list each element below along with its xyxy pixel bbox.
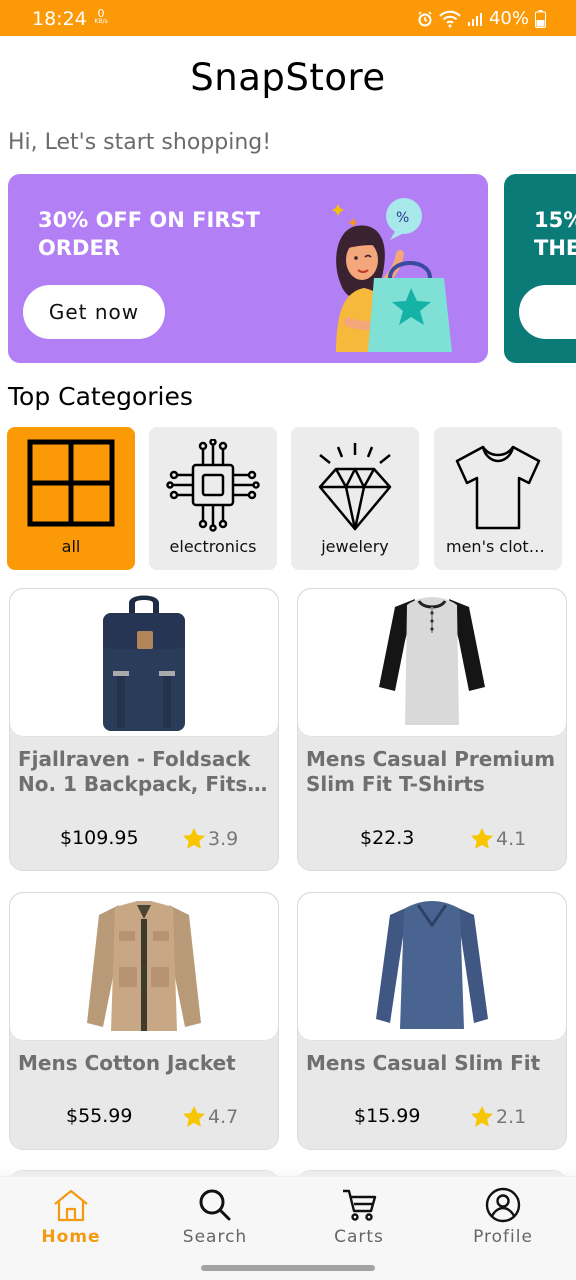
status-bar: 18:24 0 KB/s 40% xyxy=(0,0,576,36)
product-card-raglan-tshirt[interactable]: Mens Casual Premium Slim Fit T-Shirts $2… xyxy=(297,588,567,871)
product-name: Mens Casual Slim Fit xyxy=(306,1051,558,1076)
status-time: 18:24 xyxy=(32,8,87,30)
nav-carts[interactable]: Carts xyxy=(304,1187,414,1247)
promo-line-1: 30% OFF ON FIRST xyxy=(38,208,260,232)
nav-label: Search xyxy=(182,1227,248,1247)
product-name-line-1: Fjallraven - Foldsack xyxy=(18,747,251,771)
profile-icon xyxy=(448,1187,558,1223)
nav-label: Profile xyxy=(473,1227,533,1247)
home-icon xyxy=(16,1187,126,1223)
signal-icon xyxy=(467,11,483,27)
product-name-line-1: Mens Casual Premium xyxy=(306,747,556,771)
product-card-longsleeve[interactable]: Mens Casual Slim Fit $15.99 2.1 xyxy=(297,892,567,1150)
raglan-tshirt-image xyxy=(298,589,566,737)
product-name: Fjallraven - Foldsack No. 1 Backpack, Fi… xyxy=(18,747,270,797)
product-name-line-2: Slim Fit T-Shirts xyxy=(306,772,485,796)
nav-label: Home xyxy=(41,1227,101,1247)
chip-icon xyxy=(149,439,277,533)
network-speed: 0 KB/s xyxy=(90,7,112,26)
promo2-line-2: THE xyxy=(534,236,576,260)
grid-icon xyxy=(7,439,135,529)
product-rating: 2.1 xyxy=(470,1105,526,1129)
battery-icon xyxy=(535,9,546,28)
home-indicator[interactable] xyxy=(201,1265,375,1271)
status-icons: 40% xyxy=(417,8,546,29)
star-icon xyxy=(183,828,205,849)
category-label: men's clothing xyxy=(446,537,562,556)
rating-value: 3.9 xyxy=(208,828,239,850)
category-label: all xyxy=(61,537,81,556)
product-name-line-1: Mens Cotton Jacket xyxy=(18,1051,236,1075)
star-icon xyxy=(183,1106,205,1127)
promo2-button[interactable]: Ge xyxy=(519,285,576,339)
rating-value: 4.1 xyxy=(496,828,527,850)
diamond-icon xyxy=(291,439,419,533)
product-price: $22.3 xyxy=(360,827,415,849)
shopping-woman-illustration: % xyxy=(318,192,468,356)
top-categories-heading: Top Categories xyxy=(8,382,193,411)
category-jewelery[interactable]: jewelery xyxy=(291,427,419,570)
wifi-icon xyxy=(439,10,461,28)
promo-banner-first-order[interactable]: 30% OFF ON FIRST ORDER Get now % xyxy=(8,174,488,363)
search-icon xyxy=(160,1187,270,1223)
category-electronics[interactable]: electronics xyxy=(149,427,277,570)
backpack-image xyxy=(10,589,278,737)
product-price: $15.99 xyxy=(354,1105,421,1127)
promo-text-2: 15% THE xyxy=(534,206,576,262)
rating-value: 4.7 xyxy=(208,1106,239,1128)
product-name: Mens Cotton Jacket xyxy=(18,1051,270,1076)
cart-icon xyxy=(304,1187,414,1223)
star-icon xyxy=(471,828,493,849)
network-speed-unit: KB/s xyxy=(94,18,108,25)
rating-value: 2.1 xyxy=(496,1106,527,1128)
product-price: $55.99 xyxy=(66,1105,133,1127)
promo-text: 30% OFF ON FIRST ORDER xyxy=(38,206,298,262)
category-all[interactable]: all xyxy=(7,427,135,570)
nav-home[interactable]: Home xyxy=(16,1187,126,1247)
network-speed-value: 0 xyxy=(97,7,105,20)
product-card-backpack[interactable]: Fjallraven - Foldsack No. 1 Backpack, Fi… xyxy=(9,588,279,871)
star-icon xyxy=(471,1106,493,1127)
product-rating: 4.7 xyxy=(182,1105,238,1129)
battery-percentage: 40% xyxy=(488,8,529,29)
product-rating: 3.9 xyxy=(182,827,238,851)
nav-label: Carts xyxy=(334,1227,384,1247)
promo-banner-second[interactable]: 15% THE Ge xyxy=(504,174,576,363)
app-title: SnapStore xyxy=(190,56,386,99)
promo-line-2: ORDER xyxy=(38,236,120,260)
get-now-button[interactable]: Get now xyxy=(23,285,165,339)
product-card-cotton-jacket[interactable]: Mens Cotton Jacket $55.99 4.7 xyxy=(9,892,279,1150)
product-rating: 4.1 xyxy=(470,827,526,851)
tshirt-icon xyxy=(434,439,562,533)
nav-profile[interactable]: Profile xyxy=(448,1187,558,1247)
category-mens-clothing[interactable]: men's clothing xyxy=(434,427,562,570)
longsleeve-image xyxy=(298,893,566,1041)
promo2-line-1: 15% xyxy=(534,208,576,232)
category-label: electronics xyxy=(169,537,257,556)
product-name-line-2: No. 1 Backpack, Fits 15 Laptops xyxy=(18,772,270,796)
greeting-text: Hi, Let's start shopping! xyxy=(8,130,272,155)
product-price: $109.95 xyxy=(60,827,139,849)
category-label: jewelery xyxy=(321,537,389,556)
product-name: Mens Casual Premium Slim Fit T-Shirts xyxy=(306,747,558,797)
nav-search[interactable]: Search xyxy=(160,1187,270,1247)
product-name-line-1: Mens Casual Slim Fit xyxy=(306,1051,541,1075)
svg-text:%: % xyxy=(396,210,409,226)
jacket-image xyxy=(10,893,278,1041)
alarm-icon xyxy=(417,10,433,27)
